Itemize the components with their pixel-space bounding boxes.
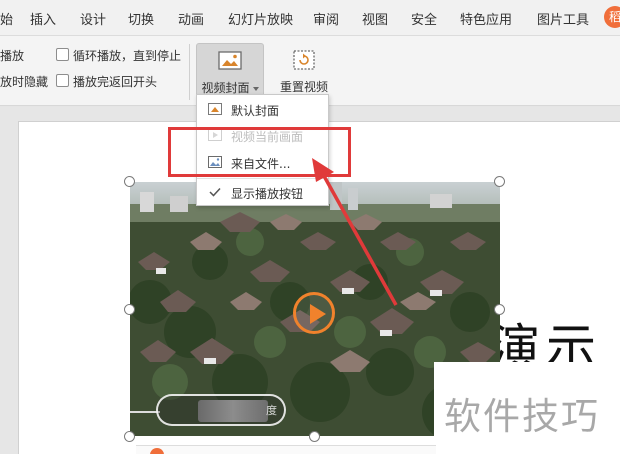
bottom-panel-edge — [136, 445, 436, 454]
watermark-text: 软件技巧 — [444, 395, 600, 438]
watermark-panel: 软件技巧 — [434, 362, 620, 454]
